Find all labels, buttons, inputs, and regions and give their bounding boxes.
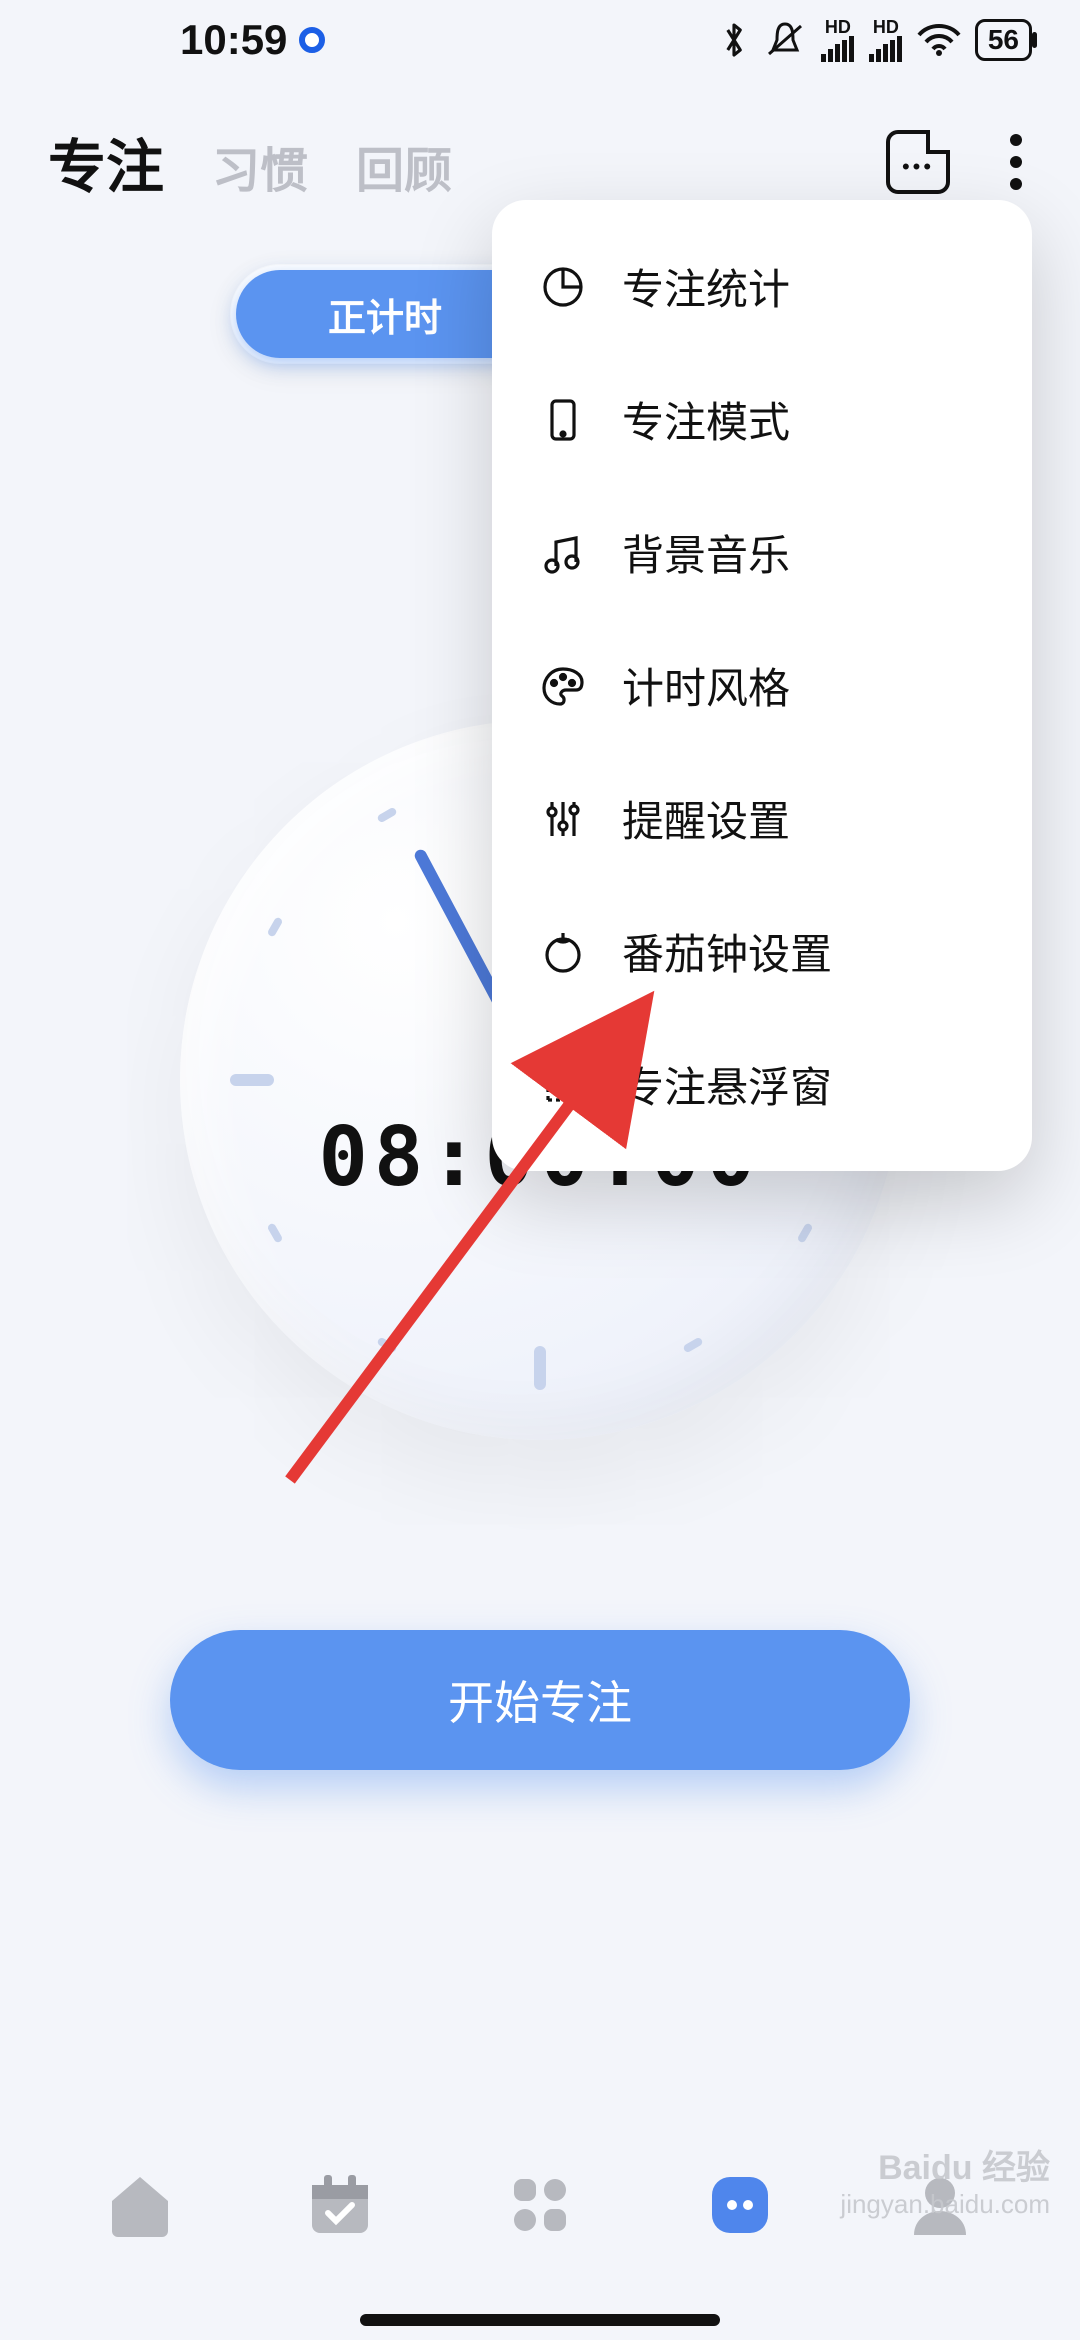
- float-window-icon: [540, 1062, 586, 1108]
- sim-hd-1: HD: [825, 18, 851, 36]
- status-time: 10:59: [180, 16, 287, 64]
- menu-label: 番茄钟设置: [622, 921, 832, 982]
- menu-pomodoro-settings[interactable]: 番茄钟设置: [492, 885, 1032, 1018]
- nav-home[interactable]: [95, 2160, 185, 2250]
- home-indicator: [360, 2314, 720, 2326]
- music-icon: [540, 530, 586, 576]
- nav-apps[interactable]: [495, 2160, 585, 2250]
- tab-focus[interactable]: 专注: [48, 120, 164, 204]
- menu-label: 计时风格: [622, 655, 790, 716]
- sim-hd-2: HD: [873, 18, 899, 36]
- nav-focus[interactable]: [695, 2160, 785, 2250]
- silent-icon: [763, 20, 807, 60]
- signal-icon-2: [869, 36, 903, 62]
- menu-reminder-settings[interactable]: 提醒设置: [492, 752, 1032, 885]
- tab-habit[interactable]: 习惯: [212, 131, 308, 201]
- status-record-icon: [299, 27, 325, 53]
- menu-focus-stats[interactable]: 专注统计: [492, 220, 1032, 353]
- bluetooth-icon: [719, 20, 749, 60]
- phone-icon: [540, 397, 586, 443]
- pie-chart-icon: [540, 264, 586, 310]
- menu-label: 专注悬浮窗: [622, 1054, 832, 1115]
- palette-icon: [540, 663, 586, 709]
- document-icon-button[interactable]: •••: [886, 130, 950, 194]
- nav-calendar[interactable]: [295, 2160, 385, 2250]
- tab-review[interactable]: 回顾: [356, 131, 452, 201]
- menu-label: 专注统计: [622, 256, 790, 317]
- status-icons: HD HD 56: [719, 18, 1032, 62]
- watermark: Baidu 经验 jingyan.baidu.com: [840, 2148, 1050, 2220]
- top-tabs: 专注 习惯 回顾: [48, 120, 452, 204]
- more-menu-button[interactable]: [1000, 124, 1032, 200]
- menu-label: 背景音乐: [622, 522, 790, 583]
- menu-focus-mode[interactable]: 专注模式: [492, 353, 1032, 486]
- sliders-icon: [540, 796, 586, 842]
- menu-floating-window[interactable]: 专注悬浮窗: [492, 1018, 1032, 1151]
- start-focus-button[interactable]: 开始专注: [170, 1630, 910, 1770]
- tomato-icon: [540, 929, 586, 975]
- menu-label: 提醒设置: [622, 788, 790, 849]
- status-bar: 10:59 HD HD 56: [0, 0, 1080, 80]
- signal-icon-1: [821, 36, 855, 62]
- menu-background-music[interactable]: 背景音乐: [492, 486, 1032, 619]
- battery-indicator: 56: [975, 19, 1032, 61]
- menu-timer-style[interactable]: 计时风格: [492, 619, 1032, 752]
- more-menu-popup: 专注统计 专注模式 背景音乐 计时风格 提醒设置 番茄钟设置 专注悬浮窗: [492, 200, 1032, 1171]
- wifi-icon: [917, 23, 961, 57]
- menu-label: 专注模式: [622, 389, 790, 450]
